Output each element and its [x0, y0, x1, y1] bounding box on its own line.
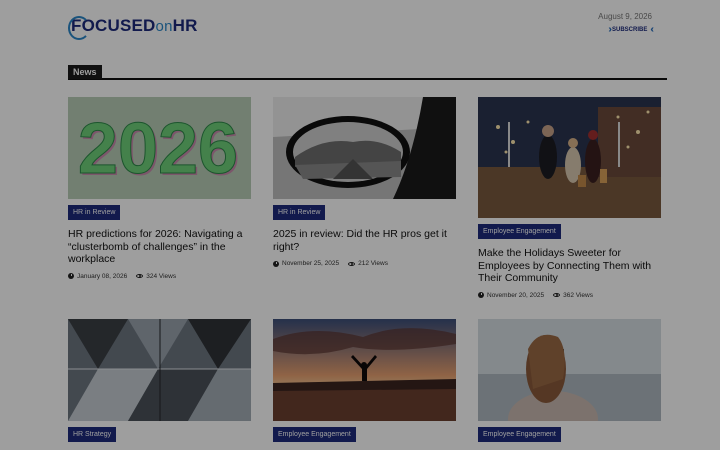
woman-on-phone-beach-image — [478, 319, 661, 421]
article-card: HR Strategy — [68, 319, 251, 442]
category-badge[interactable]: Employee Engagement — [478, 224, 561, 239]
article-views-text: 324 Views — [146, 272, 177, 280]
logo-wordmark: FOCUSEDonHR — [68, 16, 198, 40]
article-title[interactable]: 2025 in review: Did the HR pros get it r… — [273, 228, 456, 253]
article-views: 324 Views — [136, 273, 176, 280]
category-badge[interactable]: Employee Engagement — [478, 427, 561, 442]
article-date-text: January 08, 2026 — [77, 272, 128, 280]
chevron-right-double-icon: ›› — [608, 24, 611, 35]
news-section-header: News — [68, 65, 667, 80]
clock-icon — [68, 273, 74, 279]
article-thumbnail-geometric[interactable] — [68, 319, 251, 421]
category-badge[interactable]: HR Strategy — [68, 427, 117, 442]
page: FOCUSEDonHR August 9, 2026 ›› SUBSCRIBE … — [0, 0, 720, 450]
article-title[interactable]: HR predictions for 2026: Navigating a “c… — [68, 228, 251, 266]
site-logo[interactable]: FOCUSEDonHR — [68, 13, 198, 40]
clock-icon — [273, 260, 279, 267]
car-side-mirror-image — [273, 97, 456, 199]
article-date: November 20, 2025 — [478, 292, 544, 299]
article-date: November 25, 2025 — [273, 260, 339, 267]
article-thumbnail-sunset[interactable] — [273, 319, 456, 421]
mirrored-geometric-image — [68, 319, 251, 421]
article-views: 212 Views — [348, 260, 388, 267]
holiday-shoppers-street-image — [478, 97, 661, 218]
eye-icon — [553, 293, 561, 297]
article-meta: November 25, 2025 212 Views — [273, 260, 456, 267]
article-card: Employee Engagement Make the Holidays Sw… — [478, 97, 661, 299]
logo-on-text: on — [155, 18, 173, 35]
sunset-silhouette-image — [273, 319, 456, 421]
article-date-text: November 20, 2025 — [487, 291, 545, 299]
logo-hr-text: HR — [172, 16, 198, 35]
2026-green-number-image: 2026 2026 — [68, 97, 251, 199]
eye-icon — [348, 261, 356, 266]
clock-icon — [478, 292, 484, 298]
category-badge[interactable]: Employee Engagement — [273, 427, 356, 442]
logo-ring-icon — [68, 16, 90, 40]
eye-icon — [136, 274, 144, 278]
article-card: HR in Review 2025 in review: Did the HR … — [273, 97, 456, 267]
subscribe-label: SUBSCRIBE — [611, 27, 648, 33]
category-badge[interactable]: HR in Review — [273, 205, 326, 220]
article-date-text: November 25, 2025 — [282, 260, 340, 267]
section-title: News — [68, 65, 102, 79]
header-date: August 9, 2026 — [598, 12, 652, 21]
article-date: January 08, 2026 — [68, 273, 127, 280]
article-title[interactable]: Make the Holidays Sweeter for Employees … — [478, 247, 661, 285]
article-views: 362 Views — [553, 292, 593, 299]
article-views-text: 362 Views — [563, 291, 593, 299]
article-thumbnail-mirror[interactable] — [273, 97, 456, 199]
chevron-left-double-icon: ‹‹ — [650, 24, 653, 35]
article-card: Employee Engagement — [273, 319, 456, 442]
article-card: 2026 2026 HR in Review HR predictions fo… — [68, 97, 251, 280]
article-card: Employee Engagement — [478, 319, 661, 442]
svg-text:2026: 2026 — [78, 109, 238, 189]
category-badge[interactable]: HR in Review — [68, 205, 121, 220]
article-meta: November 20, 2025 362 Views — [478, 292, 661, 299]
article-views-text: 212 Views — [358, 260, 388, 267]
article-thumbnail-phone[interactable] — [478, 319, 661, 421]
article-thumbnail-2026[interactable]: 2026 2026 — [68, 97, 251, 199]
subscribe-link[interactable]: ›› SUBSCRIBE ‹‹ — [608, 24, 653, 35]
article-meta: January 08, 2026 324 Views — [68, 273, 251, 280]
article-thumbnail-holiday[interactable] — [478, 97, 661, 218]
